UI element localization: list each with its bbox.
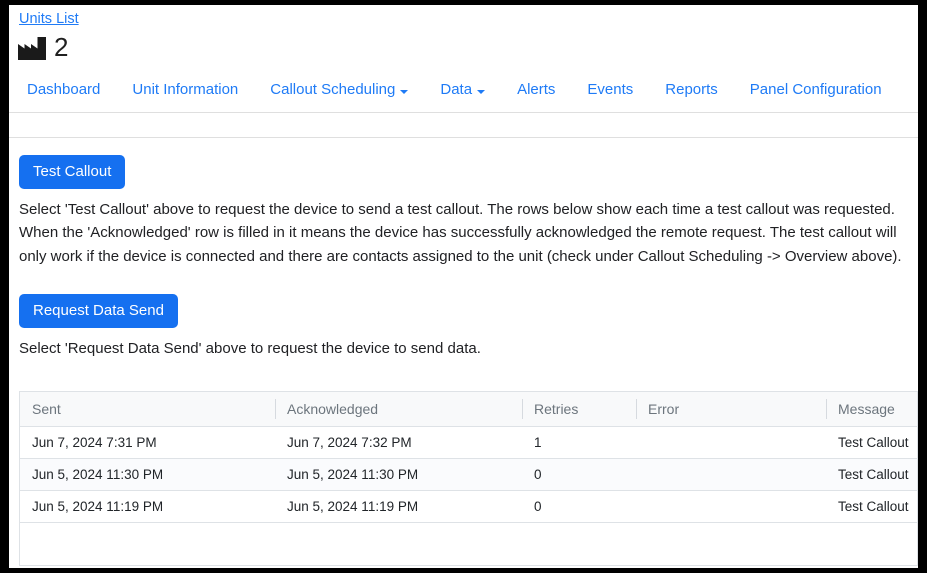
column-header-error[interactable]: Error [636,392,826,427]
table-row[interactable]: Jun 7, 2024 7:31 PM Jun 7, 2024 7:32 PM … [20,426,917,459]
column-header-message[interactable]: Message [826,392,917,427]
column-header-retries[interactable]: Retries [522,392,636,427]
cell-sent: Jun 5, 2024 11:19 PM [20,490,275,523]
nav-item-label: Alerts [517,81,556,98]
cell-message: Test Callout [826,426,917,459]
chevron-down-icon [477,89,486,94]
nav-item-data[interactable]: Data [424,75,501,104]
table-row[interactable]: Jun 5, 2024 11:19 PM Jun 5, 2024 11:19 P… [20,490,917,523]
test-callout-button[interactable]: Test Callout [19,155,126,189]
cell-empty [636,522,826,566]
cell-retries: 1 [522,426,636,459]
cell-empty [20,522,275,566]
nav-item-unit-information[interactable]: Unit Information [116,75,254,104]
table-header-row: Sent Acknowledged Retries Error Message [20,392,917,427]
request-data-send-button[interactable]: Request Data Send [19,293,178,328]
content-divider [9,137,918,138]
cell-message: Test Callout [826,490,917,523]
table-empty-row [20,522,917,566]
cell-acknowledged: Jun 7, 2024 7:32 PM [275,426,522,459]
nav-item-callout-scheduling[interactable]: Callout Scheduling [254,75,424,104]
table-row[interactable]: Jun 5, 2024 11:30 PM Jun 5, 2024 11:30 P… [20,458,917,491]
nav-item-reports[interactable]: Reports [649,75,734,104]
cell-sent: Jun 5, 2024 11:30 PM [20,458,275,491]
test-callout-action: Test Callout [19,155,906,189]
cell-empty [522,522,636,566]
nav-item-label: Dashboard [27,81,101,98]
nav-item-label: Panel Configuration [749,81,882,98]
cell-error [636,490,826,523]
column-header-sent[interactable]: Sent [20,392,275,427]
nav-item-label: Reports [665,81,718,98]
cell-acknowledged: Jun 5, 2024 11:30 PM [275,458,522,491]
chevron-down-icon [400,89,409,94]
cell-empty [826,522,917,566]
nav-item-panel-configuration[interactable]: Panel Configuration [734,75,898,104]
nav-item-label: Events [587,81,634,98]
request-data-send-description: Select 'Request Data Send' above to requ… [19,339,481,357]
nav-divider [9,112,918,113]
cell-message: Test Callout [826,458,917,491]
cell-empty [275,522,522,566]
breadcrumb-link-units-list[interactable]: Units List [19,11,79,27]
nav-item-label: Callout Scheduling [270,81,396,98]
nav-item-label: Unit Information [132,81,239,98]
callout-history-table-wrapper: Sent Acknowledged Retries Error Message … [19,391,918,566]
main-navigation: Dashboard Unit Information Callout Sched… [9,75,918,104]
unit-title: 2 [9,28,918,61]
unit-number: 2 [54,32,69,62]
table-header: Sent Acknowledged Retries Error Message [20,392,917,427]
page-frame: Units List 2 Dashboard Unit Information … [9,5,918,568]
cell-error [636,458,826,491]
nav-item-dashboard[interactable]: Dashboard [11,75,116,104]
main-content: Test Callout Select 'Test Callout' above… [9,155,918,566]
cell-error [636,426,826,459]
breadcrumb: Units List [9,5,918,28]
test-callout-description: Select 'Test Callout' above to request t… [19,201,902,265]
nav-item-label: Data [440,81,473,98]
cell-retries: 0 [522,458,636,491]
table-body: Jun 7, 2024 7:31 PM Jun 7, 2024 7:32 PM … [20,426,917,566]
cell-retries: 0 [522,490,636,523]
cell-acknowledged: Jun 5, 2024 11:19 PM [275,490,522,523]
factory-icon [17,35,47,61]
request-data-send-action: Request Data Send [19,293,906,328]
nav-item-alerts[interactable]: Alerts [501,75,571,104]
nav-item-events[interactable]: Events [571,75,649,104]
callout-history-table: Sent Acknowledged Retries Error Message … [20,392,917,566]
column-header-acknowledged[interactable]: Acknowledged [275,392,522,427]
cell-sent: Jun 7, 2024 7:31 PM [20,426,275,459]
